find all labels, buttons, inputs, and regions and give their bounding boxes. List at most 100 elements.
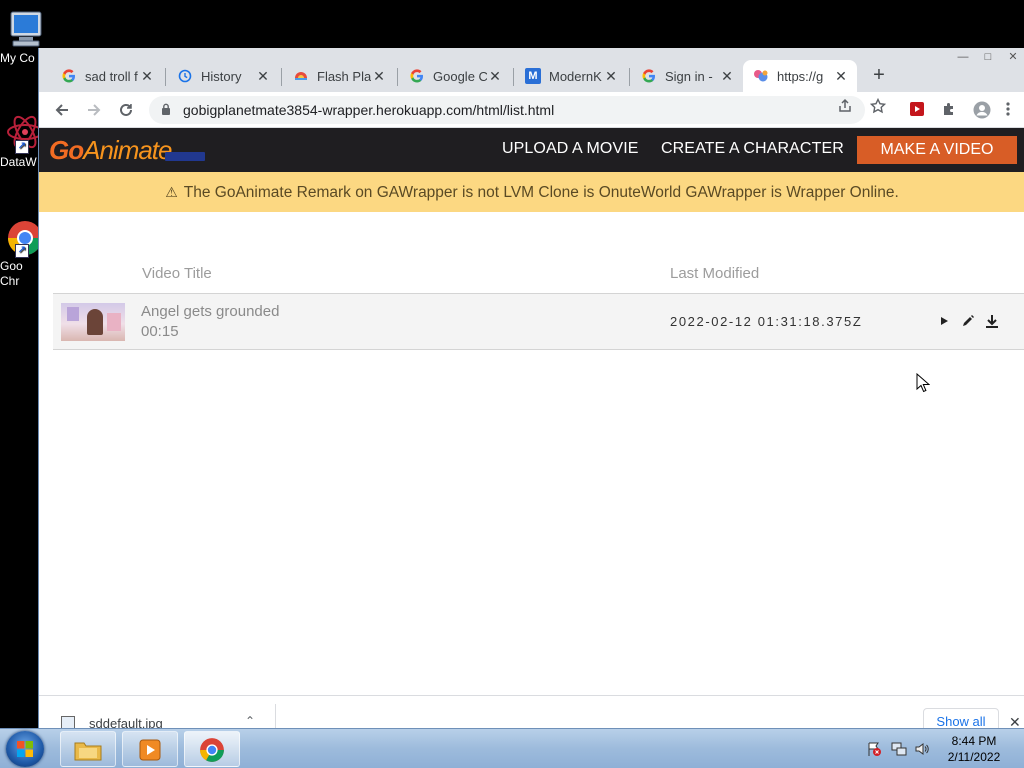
tab-separator	[281, 68, 282, 86]
maximize-button[interactable]: □	[976, 48, 1000, 66]
tab-separator	[629, 68, 630, 86]
video-thumbnail[interactable]	[61, 303, 125, 341]
tab-modernk[interactable]: M ModernK ✕	[515, 60, 627, 92]
tab-google-c[interactable]: Google C ✕	[399, 60, 511, 92]
column-header-title: Video Title	[142, 265, 212, 282]
back-button[interactable]	[50, 98, 74, 122]
tab-separator	[165, 68, 166, 86]
tab-sign-in[interactable]: Sign in - ✕	[631, 60, 743, 92]
forward-button[interactable]	[82, 98, 106, 122]
reload-button[interactable]	[114, 98, 138, 122]
close-icon[interactable]: ✕	[603, 68, 619, 85]
minimize-button[interactable]: —	[951, 48, 975, 66]
url-text: gobigplanetmate3854-wrapper.herokuapp.co…	[183, 102, 555, 118]
browser-window: — □ ✕ sad troll f ✕ History ✕ Flash Play…	[38, 48, 1024, 736]
folder-icon	[74, 742, 102, 761]
browser-toolbar: gobigplanetmate3854-wrapper.herokuapp.co…	[39, 92, 1024, 128]
goanimate-logo[interactable]: GoAnimate	[49, 135, 173, 166]
video-title: Angel gets grounded	[141, 303, 280, 320]
desktop-icon-label: Goo	[0, 259, 23, 273]
youtube-extension-icon[interactable]	[909, 101, 927, 119]
tab-title: ModernK	[549, 68, 602, 84]
video-table-header: Video Title Last Modified	[53, 254, 1024, 294]
network-icon[interactable]	[891, 741, 907, 757]
notice-banner: ⚠ The GoAnimate Remark on GAWrapper is no…	[39, 172, 1024, 212]
tab-title: Flash Play	[317, 68, 371, 84]
logo-animate-text: Animate	[83, 135, 172, 165]
lock-icon	[162, 103, 170, 115]
profile-avatar-icon[interactable]	[973, 101, 991, 119]
reload-icon	[120, 103, 132, 116]
video-modified-date: 2022-02-12 01:31:18.375Z	[670, 314, 863, 329]
download-bar: sddefault.jpg ⌃ Show all ✕	[39, 695, 1024, 736]
shortcut-arrow-icon: ↗	[15, 140, 29, 154]
google-icon	[641, 68, 657, 84]
close-icon[interactable]: ✕	[139, 68, 155, 85]
start-button[interactable]	[6, 731, 44, 767]
address-bar[interactable]: gobigplanetmate3854-wrapper.herokuapp.co…	[149, 96, 865, 124]
logo-go-text: Go	[49, 135, 84, 165]
taskbar-media-player-button[interactable]	[122, 731, 178, 767]
computer-icon	[5, 10, 43, 48]
video-duration: 00:15	[141, 323, 179, 340]
close-icon[interactable]: ✕	[833, 68, 849, 85]
share-icon[interactable]	[836, 98, 854, 116]
window-controls: — □ ✕	[950, 48, 1024, 68]
tab-flash-player[interactable]: Flash Play ✕	[283, 60, 395, 92]
volume-icon[interactable]	[914, 741, 930, 757]
clock-time: 8:44 PM	[951, 734, 997, 748]
close-icon[interactable]: ✕	[487, 68, 503, 85]
wrapper-icon	[753, 68, 769, 84]
download-icon[interactable]	[983, 312, 1001, 330]
shortcut-arrow-icon: ↗	[15, 244, 29, 258]
flash-icon	[293, 68, 309, 84]
arrow-left-icon	[55, 104, 68, 116]
clock-date: 2/11/2022	[947, 750, 1001, 764]
media-player-icon	[139, 739, 161, 761]
taskbar-chrome-button[interactable]	[184, 731, 240, 767]
tab-separator	[513, 68, 514, 86]
mouse-cursor-icon	[916, 373, 930, 393]
edit-pencil-icon[interactable]	[959, 312, 977, 330]
menu-kebab-icon[interactable]	[1005, 101, 1015, 119]
tab-history[interactable]: History ✕	[167, 60, 279, 92]
tab-active-wrapper[interactable]: https://g ✕	[743, 60, 857, 92]
chevron-up-icon[interactable]: ⌃	[245, 714, 255, 728]
system-clock[interactable]: 8:44 PM 2/11/2022	[940, 733, 1008, 765]
desktop-icon-label: DataW	[0, 155, 37, 169]
site-header: GoAnimate UPLOAD A MOVIE CREATE A CHARAC…	[39, 128, 1024, 172]
warning-icon: ⚠	[165, 184, 178, 200]
screen: My Co ↗ DataW ↗ Goo Chr — □ ✕ sad troll …	[0, 0, 1024, 768]
play-icon[interactable]	[935, 312, 953, 330]
action-center-flag-icon[interactable]	[866, 741, 882, 757]
google-icon	[409, 68, 425, 84]
close-icon[interactable]: ✕	[371, 68, 387, 85]
close-icon[interactable]: ✕	[255, 68, 271, 85]
tab-sad-troll[interactable]: sad troll f ✕	[51, 60, 163, 92]
google-icon	[61, 68, 77, 84]
arrow-right-icon	[88, 104, 101, 116]
table-row[interactable]: Angel gets grounded 00:15 2022-02-12 01:…	[53, 294, 1024, 350]
notice-text: The GoAnimate Remark on GAWrapper is not…	[183, 184, 899, 201]
tab-separator	[397, 68, 398, 86]
tab-title: Google C	[433, 68, 487, 84]
chrome-icon	[200, 738, 224, 762]
web-page: GoAnimate UPLOAD A MOVIE CREATE A CHARAC…	[39, 128, 1024, 695]
column-header-modified: Last Modified	[670, 265, 760, 282]
close-window-button[interactable]: ✕	[1001, 48, 1024, 66]
tab-title: https://g	[777, 68, 824, 84]
desktop-icon-label: My Co	[0, 51, 35, 65]
desktop-icon-label-line2: Chr	[0, 274, 20, 288]
make-video-button[interactable]: MAKE A VIDEO	[857, 136, 1017, 164]
upload-movie-link[interactable]: UPLOAD A MOVIE	[502, 140, 639, 158]
logo-badge	[165, 152, 205, 161]
taskbar-explorer-button[interactable]	[60, 731, 116, 767]
new-tab-button[interactable]: +	[867, 64, 891, 88]
create-character-link[interactable]: CREATE A CHARACTER	[661, 140, 844, 158]
modernk-icon: M	[525, 68, 541, 84]
star-icon[interactable]	[869, 97, 887, 116]
tab-strip: — □ ✕ sad troll f ✕ History ✕ Flash Play…	[39, 48, 1024, 92]
close-icon[interactable]: ✕	[719, 68, 735, 85]
puzzle-extensions-icon[interactable]	[941, 101, 959, 119]
tab-title: sad troll f	[85, 68, 138, 84]
